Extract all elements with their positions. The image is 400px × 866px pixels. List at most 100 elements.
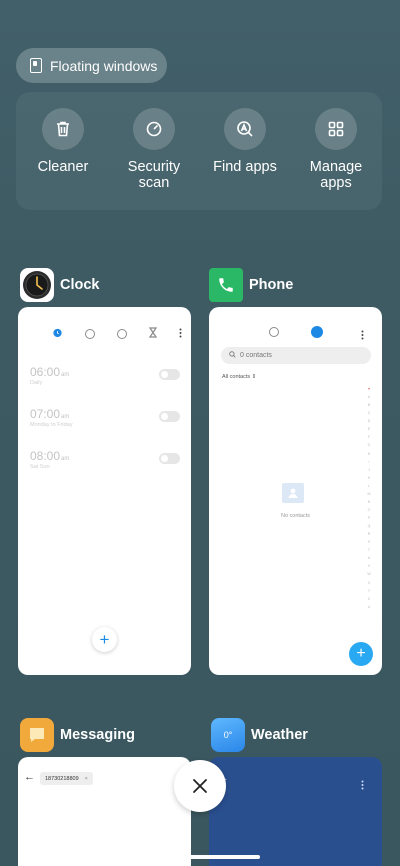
index-letter[interactable]: X bbox=[368, 581, 370, 585]
more-options-icon[interactable] bbox=[361, 777, 364, 795]
alarm-toggle[interactable] bbox=[159, 369, 180, 380]
index-letter[interactable]: Z bbox=[368, 597, 370, 601]
back-arrow-icon[interactable]: ← bbox=[24, 771, 35, 783]
alarm-time: 06:00 bbox=[30, 365, 61, 379]
world-clock-tab-icon[interactable] bbox=[85, 329, 95, 339]
trash-icon bbox=[42, 108, 84, 150]
more-options-icon[interactable] bbox=[179, 325, 182, 343]
index-letter[interactable]: V bbox=[368, 564, 370, 568]
grid-icon bbox=[315, 108, 357, 150]
floating-windows-button[interactable]: Floating windows bbox=[16, 48, 167, 83]
no-contacts-text: No contacts bbox=[280, 513, 311, 519]
phone-app-icon bbox=[209, 268, 243, 302]
messaging-app-card[interactable]: ← 18730218809 × bbox=[18, 757, 191, 866]
find-apps-icon bbox=[224, 108, 266, 150]
clock-app-header[interactable]: Clock bbox=[20, 268, 100, 302]
index-letter[interactable]: G bbox=[368, 443, 371, 447]
index-letter[interactable]: R bbox=[368, 532, 371, 536]
index-letter[interactable]: Y bbox=[368, 589, 370, 593]
index-letter[interactable]: Q bbox=[368, 524, 371, 528]
phone-app-title: Phone bbox=[249, 277, 294, 293]
index-letter[interactable]: D bbox=[368, 419, 371, 423]
index-letter[interactable]: U bbox=[368, 556, 371, 560]
weather-app-header[interactable]: 0° Weather bbox=[211, 718, 308, 752]
alarm-repeat: Monday to Friday bbox=[30, 422, 73, 428]
alarm-item[interactable]: 08:00am Sat Sun bbox=[30, 449, 180, 470]
index-letter[interactable]: A bbox=[368, 395, 370, 399]
shield-scan-icon bbox=[133, 108, 175, 150]
add-alarm-button[interactable]: + bbox=[92, 627, 117, 652]
contacts-filter-dropdown[interactable]: All contacts ⇕ bbox=[222, 374, 256, 380]
search-placeholder: 0 contacts bbox=[240, 352, 272, 359]
contacts-search-input[interactable]: 0 contacts bbox=[221, 347, 371, 364]
clock-app-title: Clock bbox=[60, 277, 100, 293]
index-letter[interactable]: K bbox=[368, 476, 370, 480]
alarm-toggle[interactable] bbox=[159, 453, 180, 464]
clear-all-button[interactable] bbox=[174, 760, 226, 812]
security-scan-button[interactable]: Security scan bbox=[109, 108, 199, 191]
alarm-item[interactable]: 06:00am Daily bbox=[30, 365, 180, 386]
cleaner-button[interactable]: Cleaner bbox=[18, 108, 108, 175]
messaging-app-title: Messaging bbox=[60, 727, 135, 743]
clock-tabs bbox=[52, 325, 182, 343]
index-letter[interactable]: B bbox=[368, 403, 370, 407]
recents-tab-icon[interactable] bbox=[269, 327, 279, 337]
phone-app-card[interactable]: 0 contacts All contacts ⇕ ♥ A B C D E F G H I J K L M… bbox=[209, 307, 382, 675]
index-letter[interactable]: I bbox=[369, 460, 370, 464]
weather-app-icon: 0° bbox=[211, 718, 245, 752]
weather-app-title: Weather bbox=[251, 727, 308, 743]
timer-tab-icon[interactable] bbox=[148, 325, 158, 343]
alarm-ampm: am bbox=[61, 414, 70, 420]
find-apps-label: Find apps bbox=[213, 159, 277, 175]
add-contact-button[interactable]: + bbox=[349, 642, 373, 666]
index-letter[interactable]: C bbox=[368, 411, 371, 415]
alarm-repeat: Sat Sun bbox=[30, 464, 50, 470]
index-letter[interactable]: T bbox=[368, 548, 370, 552]
manage-apps-button[interactable]: Manage apps bbox=[291, 108, 381, 191]
index-letter[interactable]: W bbox=[367, 572, 370, 576]
index-letter[interactable]: J bbox=[368, 468, 370, 472]
phone-app-header[interactable]: Phone bbox=[209, 268, 293, 302]
messaging-app-header[interactable]: Messaging bbox=[20, 718, 135, 752]
index-letter[interactable]: N bbox=[368, 500, 371, 504]
index-letter[interactable]: # bbox=[368, 605, 370, 609]
index-letter[interactable]: L bbox=[368, 484, 370, 488]
more-options-icon[interactable] bbox=[361, 327, 364, 345]
manage-apps-label: Manage apps bbox=[309, 159, 363, 191]
alphabet-index[interactable]: ♥ A B C D E F G H I J K L M N O P Q R S T U V W X Y Z # bbox=[365, 387, 373, 609]
close-icon bbox=[193, 779, 207, 793]
alarm-ampm: am bbox=[61, 456, 70, 462]
clock-app-icon bbox=[20, 268, 54, 302]
index-letter[interactable]: ♥ bbox=[368, 387, 370, 391]
remove-recipient-icon[interactable]: × bbox=[85, 776, 88, 782]
quick-tools-panel: Cleaner Security scan Find apps Manage a… bbox=[16, 92, 382, 210]
index-letter[interactable]: F bbox=[368, 435, 370, 439]
alarm-time: 07:00 bbox=[30, 407, 61, 421]
alarm-time: 08:00 bbox=[30, 449, 61, 463]
security-scan-label: Security scan bbox=[127, 159, 181, 191]
weather-app-card[interactable]: + bbox=[209, 757, 382, 866]
floating-window-icon bbox=[30, 58, 42, 73]
recipient-chip[interactable]: 18730218809 × bbox=[40, 772, 93, 785]
floating-windows-label: Floating windows bbox=[50, 57, 158, 74]
alarm-tab-icon[interactable] bbox=[52, 325, 63, 343]
contacts-filter-label: All contacts bbox=[222, 374, 251, 380]
stopwatch-tab-icon[interactable] bbox=[117, 329, 127, 339]
index-letter[interactable]: E bbox=[368, 427, 370, 431]
index-letter[interactable]: O bbox=[368, 508, 371, 512]
contacts-tab-icon[interactable] bbox=[311, 326, 323, 338]
alarm-item[interactable]: 07:00am Monday to Friday bbox=[30, 407, 180, 428]
weather-icon-text: 0° bbox=[223, 730, 233, 740]
messaging-app-icon bbox=[20, 718, 54, 752]
index-letter[interactable]: M bbox=[368, 492, 371, 496]
clock-app-card[interactable]: 06:00am Daily 07:00am Monday to Friday 0… bbox=[18, 307, 191, 675]
index-letter[interactable]: S bbox=[368, 540, 370, 544]
cleaner-label: Cleaner bbox=[37, 159, 89, 175]
home-indicator[interactable] bbox=[140, 855, 260, 859]
alarm-toggle[interactable] bbox=[159, 411, 180, 422]
recipient-number: 18730218809 bbox=[45, 775, 79, 782]
index-letter[interactable]: H bbox=[368, 452, 371, 456]
alarm-ampm: am bbox=[61, 372, 70, 378]
alarm-repeat: Daily bbox=[30, 380, 43, 386]
find-apps-button[interactable]: Find apps bbox=[200, 108, 290, 175]
